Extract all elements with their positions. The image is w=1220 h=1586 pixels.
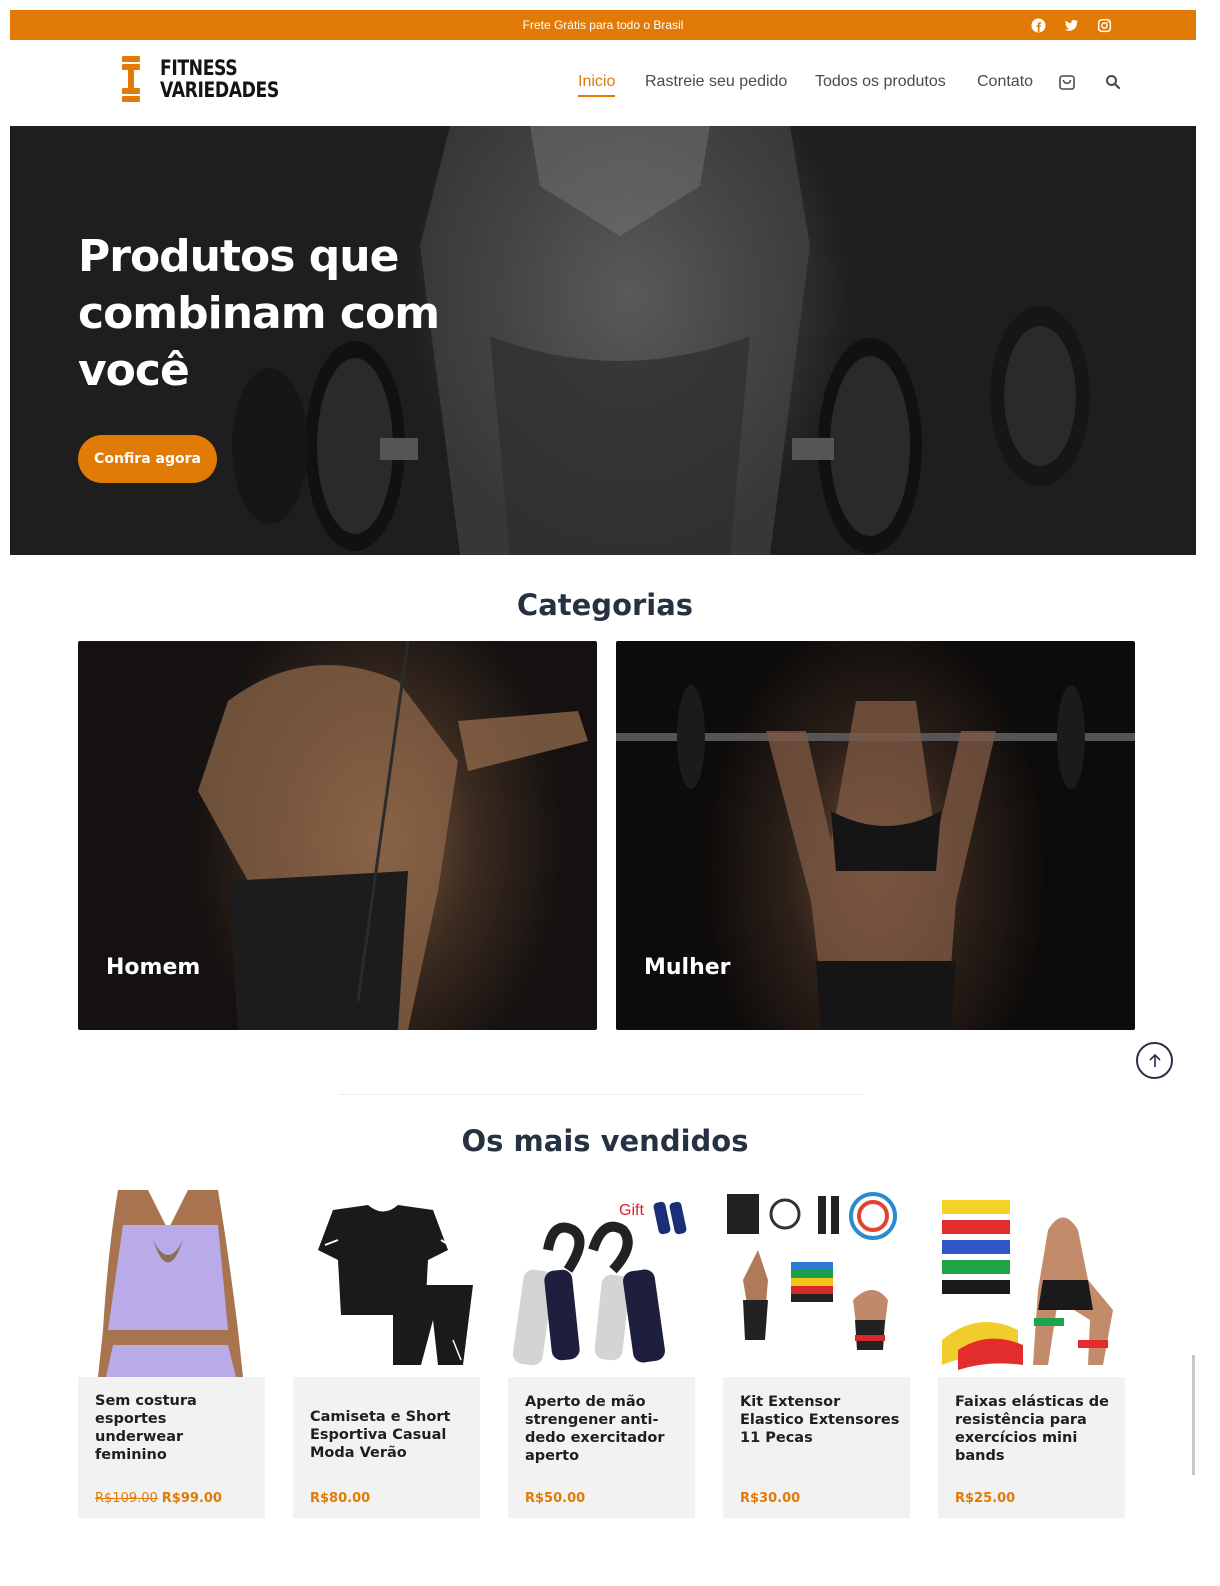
scroll-to-top-button[interactable]: [1136, 1042, 1173, 1079]
section-divider: [339, 1094, 864, 1095]
product-current-price: R$25.00: [955, 1491, 1016, 1506]
cart-icon[interactable]: [1057, 72, 1077, 92]
hero-banner: Produtos que combinam com você Confira a…: [10, 126, 1196, 555]
category-card-homem[interactable]: Homem: [78, 641, 597, 1030]
product-price: R$30.00: [740, 1491, 800, 1506]
categories-title: Categorias: [516, 588, 694, 622]
search-icon[interactable]: [1103, 72, 1123, 92]
product-name: Aperto de mão strengener anti-dedo exerc…: [525, 1394, 665, 1464]
product-card[interactable]: Sem costura esportes underwear feminino …: [78, 1190, 265, 1518]
scrollbar[interactable]: [1192, 1355, 1195, 1475]
nav-inicio[interactable]: Inicio: [578, 73, 616, 97]
product-card[interactable]: Faixas elásticas de resistência para exe…: [938, 1190, 1125, 1518]
product-current-price: R$99.00: [161, 1491, 222, 1506]
category-label-mulher: Mulher: [644, 955, 731, 980]
product-price: R$109.00 R$99.00: [95, 1491, 222, 1506]
product-price: R$50.00: [525, 1491, 585, 1506]
product-card[interactable]: Gift Aperto de mão strengener anti-dedo …: [508, 1190, 695, 1518]
nav-rastreie[interactable]: Rastreie seu pedido: [645, 73, 787, 91]
promo-bar: Frete Grátis para todo o Brasil: [10, 10, 1196, 40]
logo-line-1: FITNESS: [160, 56, 238, 80]
product-old-price: R$109.00: [95, 1491, 158, 1506]
twitter-icon[interactable]: [1063, 17, 1079, 33]
logo-text: FITNESS VARIEDADES: [160, 57, 279, 101]
product-image: [78, 1190, 265, 1377]
product-name: Kit Extensor Elastico Extensores 11 Peca…: [740, 1394, 900, 1446]
product-image: [293, 1190, 480, 1377]
facebook-icon[interactable]: [1030, 17, 1046, 33]
product-name: Sem costura esportes underwear feminino: [95, 1393, 197, 1463]
nav-contato[interactable]: Contato: [977, 73, 1033, 91]
product-current-price: R$80.00: [310, 1491, 371, 1506]
product-card[interactable]: Kit Extensor Elastico Extensores 11 Peca…: [723, 1190, 910, 1518]
product-name: Faixas elásticas de resistência para exe…: [955, 1394, 1110, 1464]
category-label-homem: Homem: [106, 955, 201, 980]
site-header: FITNESS VARIEDADES Inicio Rastreie seu p…: [10, 40, 1196, 126]
instagram-icon[interactable]: [1096, 17, 1112, 33]
hero-cta-button[interactable]: Confira agora: [78, 435, 217, 483]
product-card[interactable]: Camiseta e Short Esportiva Casual Moda V…: [293, 1190, 480, 1518]
logo-line-2: VARIEDADES: [160, 78, 279, 102]
bestsellers-title: Os mais vendidos: [461, 1124, 749, 1158]
promo-text: Frete Grátis para todo o Brasil: [522, 18, 684, 32]
arrow-up-icon: [1148, 1053, 1161, 1067]
category-card-mulher[interactable]: Mulher: [616, 641, 1135, 1030]
product-image: [723, 1190, 910, 1377]
product-name: Camiseta e Short Esportiva Casual Moda V…: [310, 1409, 451, 1461]
product-image: [938, 1190, 1125, 1377]
product-current-price: R$30.00: [740, 1491, 801, 1506]
gift-label: Gift: [619, 1202, 644, 1219]
site-logo[interactable]: FITNESS VARIEDADES: [120, 56, 305, 102]
product-current-price: R$50.00: [525, 1491, 586, 1506]
nav-todos-produtos[interactable]: Todos os produtos: [815, 73, 946, 91]
product-price: R$80.00: [310, 1491, 370, 1506]
dumbbell-icon: [120, 56, 142, 102]
product-price: R$25.00: [955, 1491, 1015, 1506]
hero-title: Produtos que combinam com você: [78, 231, 440, 396]
product-image: Gift: [508, 1190, 695, 1377]
